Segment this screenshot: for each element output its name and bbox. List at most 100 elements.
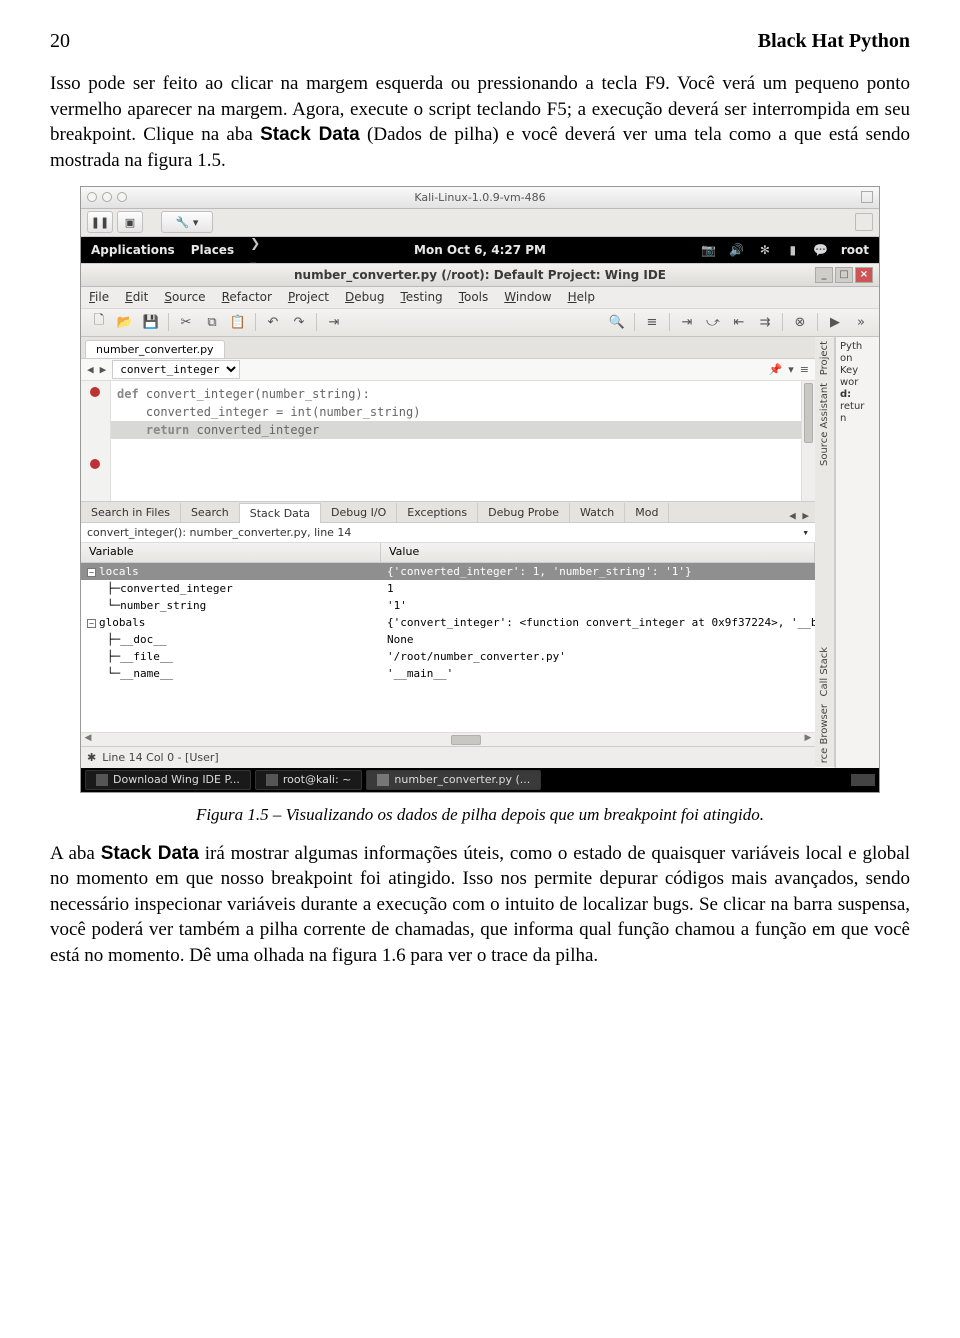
options-icon[interactable]: ≡	[800, 363, 809, 376]
pause-icon[interactable]: ❚❚	[87, 211, 113, 233]
stack-data-table: −locals {'converted_integer': 1, 'number…	[81, 563, 815, 682]
taskbar-item[interactable]: root@kali: ~	[255, 770, 363, 790]
gnome-taskbar: Download Wing IDE P... root@kali: ~ numb…	[81, 768, 879, 792]
stack-columns: Variable Value	[81, 543, 815, 563]
close-icon[interactable]: ×	[855, 267, 873, 283]
places-menu[interactable]: Places	[191, 243, 234, 257]
traffic-lights[interactable]	[87, 192, 127, 202]
menu-debug[interactable]: Debug	[345, 290, 384, 304]
side-tab-callstack[interactable]: Call Stack	[815, 643, 835, 701]
remove-bp-icon[interactable]: ⊗	[788, 311, 812, 333]
bluetooth-icon[interactable]: ✻	[757, 242, 773, 258]
side-tab-assistant[interactable]: Source Assistant	[815, 379, 835, 643]
side-tab-project[interactable]: Project	[815, 337, 835, 379]
workspace-switcher[interactable]	[851, 774, 875, 786]
editor-tabs: number_converter.py	[81, 337, 815, 359]
side-tab-browser[interactable]: rce Browser	[815, 700, 835, 767]
paragraph-1: Isso pode ser feito ao clicar na margem …	[50, 71, 910, 174]
vertical-scrollbar[interactable]	[801, 381, 815, 501]
menu-source[interactable]: Source	[164, 290, 205, 304]
tab-modules[interactable]: Mod	[625, 503, 669, 522]
table-row[interactable]: −locals {'converted_integer': 1, 'number…	[81, 563, 815, 580]
nav-fwd-icon[interactable]: ▶	[100, 363, 107, 376]
horizontal-scrollbar[interactable]: ◀▶	[81, 732, 815, 746]
step-out-icon[interactable]: ⇤	[727, 311, 751, 333]
table-row[interactable]: −globals {'convert_integer': <function c…	[81, 614, 815, 631]
dropdown-icon[interactable]: ▾	[788, 363, 794, 376]
menu-testing[interactable]: Testing	[400, 290, 442, 304]
taskbar-item[interactable]: Download Wing IDE P...	[85, 770, 251, 790]
chevron-down-icon[interactable]: ▾	[802, 526, 809, 539]
run-icon[interactable]: ▶	[823, 311, 847, 333]
new-file-icon[interactable]: 🗋	[87, 311, 111, 333]
applications-menu[interactable]: Applications	[91, 243, 175, 257]
tools-icon[interactable]: 🔧 ▾	[161, 211, 213, 233]
table-row[interactable]: ├─converted_integer 1	[81, 580, 815, 597]
col-variable[interactable]: Variable	[81, 543, 381, 562]
user-menu[interactable]: root	[841, 243, 869, 257]
gutter[interactable]	[81, 381, 111, 501]
volume-icon[interactable]: 🔊	[729, 242, 745, 258]
menu-help[interactable]: Help	[568, 290, 595, 304]
goto-icon[interactable]: ⇥	[322, 311, 346, 333]
terminal-launcher-icon[interactable]: ❯_	[250, 242, 266, 258]
copy-icon[interactable]: ⧉	[200, 311, 224, 333]
step-in-icon[interactable]: ⇥	[675, 311, 699, 333]
indent-icon[interactable]: ≡	[640, 311, 664, 333]
tab-search-in-files[interactable]: Search in Files	[81, 503, 181, 522]
tabs-scroll-icon[interactable]: ◀ ▶	[783, 509, 815, 522]
pin-icon[interactable]: 📌	[769, 363, 783, 376]
table-row[interactable]: └─number_string '1'	[81, 597, 815, 614]
col-value[interactable]: Value	[381, 543, 815, 562]
code-editor[interactable]: def convert_integer(number_string): conv…	[81, 381, 815, 501]
vm-title: Kali-Linux-1.0.9-vm-486	[414, 191, 545, 204]
tab-debug-probe[interactable]: Debug Probe	[478, 503, 570, 522]
search-icon[interactable]: 🔍	[605, 311, 629, 333]
tab-exceptions[interactable]: Exceptions	[397, 503, 478, 522]
tab-watch[interactable]: Watch	[570, 503, 625, 522]
nav-back-icon[interactable]: ◀	[87, 363, 94, 376]
breakpoint-marker[interactable]	[90, 387, 100, 397]
paste-icon[interactable]: 📋	[226, 311, 250, 333]
editor-tab[interactable]: number_converter.py	[85, 340, 225, 358]
book-title: Black Hat Python	[758, 30, 910, 53]
table-row[interactable]: ├─__doc__ None	[81, 631, 815, 648]
chat-icon[interactable]: 💬	[813, 242, 829, 258]
undo-icon[interactable]: ↶	[261, 311, 285, 333]
open-file-icon[interactable]: 📂	[113, 311, 137, 333]
page-number: 20	[50, 30, 70, 53]
snapshot-icon[interactable]: ▣	[117, 211, 143, 233]
status-icon: ✱	[87, 751, 96, 764]
taskbar-item[interactable]: number_converter.py (...	[366, 770, 541, 790]
more-icon[interactable]: »	[849, 311, 873, 333]
table-row[interactable]: └─__name__ '__main__'	[81, 665, 815, 682]
menu-tools[interactable]: Tools	[459, 290, 489, 304]
window-titlebar: number_converter.py (/root): Default Pro…	[81, 263, 879, 287]
save-icon[interactable]: 💾	[139, 311, 163, 333]
symbol-selector[interactable]: convert_integer	[112, 360, 240, 379]
battery-icon[interactable]: ▮	[785, 242, 801, 258]
tab-debug-io[interactable]: Debug I/O	[321, 503, 397, 522]
camera-icon[interactable]: 📷	[701, 242, 717, 258]
maximize-icon[interactable]: □	[835, 267, 853, 283]
status-bar: ✱ Line 14 Col 0 - [User]	[81, 746, 815, 768]
code-line: converted_integer = int(number_string)	[111, 403, 801, 421]
menu-project[interactable]: Project	[288, 290, 329, 304]
table-row[interactable]: ├─__file__ '/root/number_converter.py'	[81, 648, 815, 665]
cut-icon[interactable]: ✂	[174, 311, 198, 333]
expand-icon[interactable]	[861, 191, 873, 203]
clock[interactable]: Mon Oct 6, 4:27 PM	[414, 243, 546, 257]
minimize-icon[interactable]: _	[815, 267, 833, 283]
menu-file[interactable]: File	[89, 290, 109, 304]
fullscreen-icon[interactable]	[855, 213, 873, 231]
breakpoint-marker[interactable]	[90, 459, 100, 469]
redo-icon[interactable]: ↷	[287, 311, 311, 333]
menu-edit[interactable]: Edit	[125, 290, 148, 304]
stack-frame-selector[interactable]: convert_integer(): number_converter.py, …	[81, 523, 815, 543]
menu-refactor[interactable]: Refactor	[222, 290, 272, 304]
tab-search[interactable]: Search	[181, 503, 240, 522]
continue-icon[interactable]: ⇉	[753, 311, 777, 333]
tab-stack-data[interactable]: Stack Data	[240, 503, 321, 523]
menu-window[interactable]: Window	[504, 290, 551, 304]
step-over-icon[interactable]: ⤻	[701, 311, 725, 333]
